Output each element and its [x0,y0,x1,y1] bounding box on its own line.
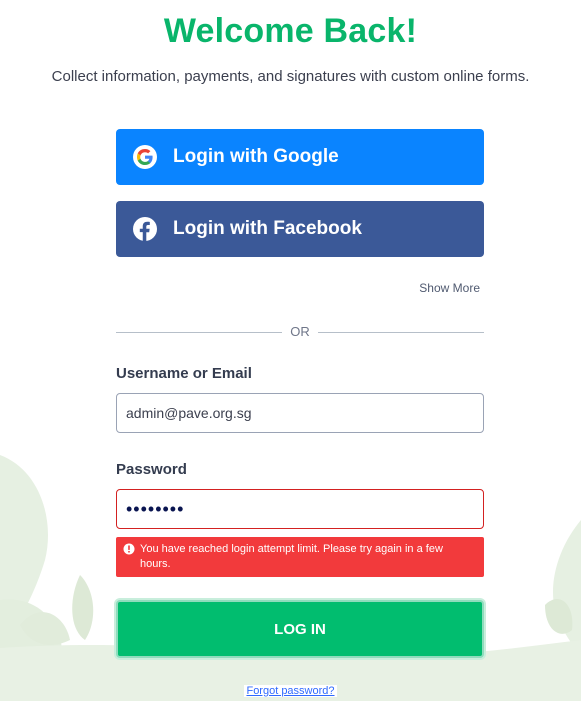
page-subtitle: Collect information, payments, and signa… [51,68,530,85]
log-in-button[interactable]: LOG IN [116,600,484,658]
password-input[interactable] [116,489,484,529]
or-divider: OR [116,322,484,342]
alert-circle-icon [123,543,135,555]
login-with-google-button[interactable]: Login with Google [116,129,484,185]
google-g-icon [133,145,157,169]
google-button-label: Login with Google [173,146,339,167]
facebook-button-label: Login with Facebook [173,218,362,239]
password-label: Password [116,461,187,478]
page-title: Welcome Back! [163,12,418,50]
forgot-password-link[interactable]: Forgot password? [244,685,337,697]
forgot-password-container: Forgot password? [0,685,581,697]
login-error-message: You have reached login attempt limit. Pl… [116,537,484,577]
divider-line-right [318,332,484,333]
facebook-f-icon [133,217,157,241]
show-more-link[interactable]: Show More [419,281,480,295]
username-input[interactable] [116,393,484,433]
error-text: You have reached login attempt limit. Pl… [140,543,443,570]
background-foliage [0,455,581,701]
username-label: Username or Email [116,365,252,382]
login-with-facebook-button[interactable]: Login with Facebook [116,201,484,257]
